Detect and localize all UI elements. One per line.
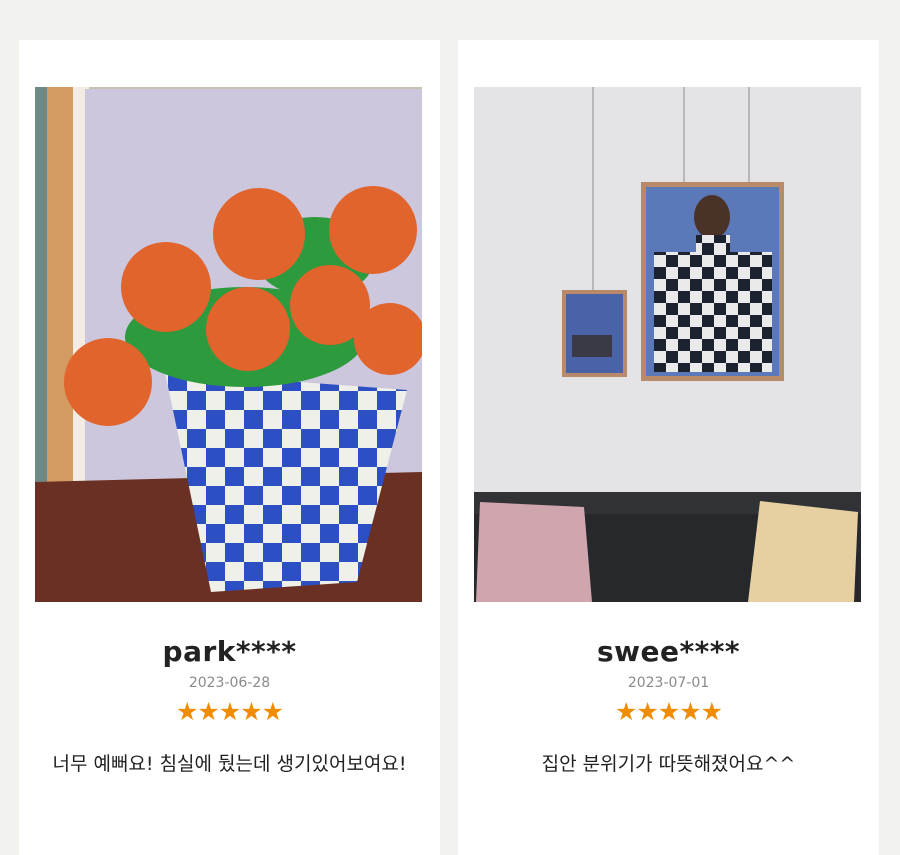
review-card[interactable]: swee**** 2023-07-01 ★★★★★ 집안 분위기가 따뜻해졌어요…: [458, 40, 879, 855]
review-text: 집안 분위기가 따뜻해졌어요^^: [541, 753, 796, 775]
review-date: 2023-07-01: [627, 675, 710, 691]
star-rating: ★★★★★: [458, 697, 879, 727]
review-text: 너무 예뻐요! 침실에 뒀는데 생기있어보여요!: [52, 753, 407, 775]
reviewer-name: park****: [162, 635, 297, 668]
reviewer-name: swee****: [596, 635, 741, 668]
review-card[interactable]: park**** 2023-06-28 ★★★★★ 너무 예뻐요! 침실에 뒀는…: [19, 40, 440, 855]
review-photo[interactable]: [474, 87, 861, 602]
review-date: 2023-06-28: [188, 675, 271, 691]
framed-art-on-wall-image: [474, 87, 861, 602]
flower-vase-painting-image: [35, 87, 422, 602]
star-rating: ★★★★★: [19, 697, 440, 727]
star-rating-icons: ★★★★★: [614, 697, 723, 726]
review-photo[interactable]: [35, 87, 422, 602]
star-rating-icons: ★★★★★: [175, 697, 284, 726]
